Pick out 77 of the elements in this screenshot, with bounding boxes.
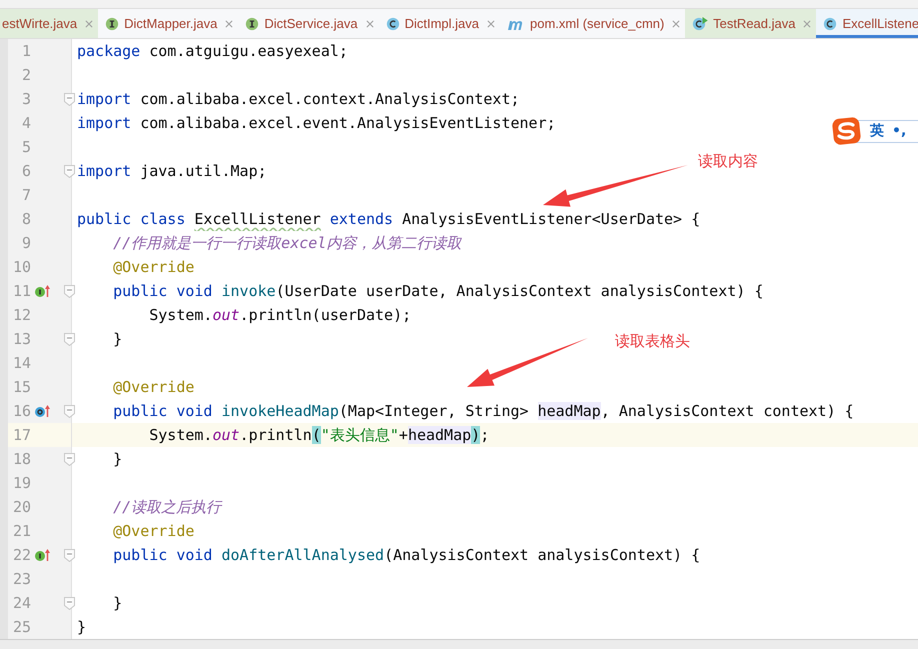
line-number: 7 — [20, 186, 31, 204]
line-number: 14 — [12, 354, 31, 372]
fold-icon[interactable] — [64, 93, 75, 106]
interface-icon — [105, 16, 120, 30]
callout-text: 读取内容 — [698, 152, 758, 171]
interface-icon — [245, 16, 260, 30]
line-number: 3 — [20, 90, 31, 108]
close-icon[interactable] — [803, 20, 812, 28]
code-line: public void invokeHeadMap(Map<Integer, String> headMap, AnalysisContext context) { — [112, 402, 854, 420]
editor-tab[interactable]: DictService.java — [238, 9, 379, 38]
close-icon[interactable] — [366, 20, 374, 28]
fold-icon[interactable] — [64, 333, 75, 346]
line-number: 20 — [12, 498, 31, 516]
line-number: 13 — [12, 330, 31, 348]
implement-marker-icon[interactable] — [34, 548, 52, 562]
code-line: public class ExcellListener extends AnalysisEventListener<UserDate> { — [77, 210, 700, 228]
line-number: 16 — [12, 402, 31, 420]
line-number: 24 — [12, 594, 31, 612]
ime-mode[interactable]: 英 — [870, 122, 884, 140]
code-line: @Override — [112, 378, 194, 396]
line-number: 15 — [12, 378, 31, 396]
code-line: System.out.println("表头信息"+headMap); — [148, 426, 490, 444]
code-line: public void doAfterAllAnalysed(AnalysisContext analysisContext) { — [112, 546, 700, 564]
override-marker-icon[interactable] — [34, 404, 52, 418]
close-icon[interactable] — [225, 20, 234, 28]
code-line: @Override — [112, 258, 194, 276]
line-number: 12 — [12, 306, 31, 324]
line-number: 4 — [20, 114, 31, 132]
line-number: 17 — [12, 426, 31, 444]
fold-icon[interactable] — [64, 285, 75, 298]
code-line: System.out.println(userDate); — [148, 306, 412, 324]
class-icon — [823, 16, 838, 30]
line-number: 21 — [12, 522, 31, 540]
code-line: import com.alibaba.excel.context.AnalysisContext; — [77, 90, 520, 108]
fold-icon[interactable] — [64, 405, 75, 418]
code-line: public void invoke(UserDate userDate, AnalysisContext analysisContext) { — [112, 282, 764, 300]
code-line: } — [112, 594, 122, 612]
editor-tab[interactable]: estWirte.java — [0, 9, 98, 38]
implement-marker-icon[interactable] — [34, 284, 52, 298]
close-icon[interactable] — [85, 20, 94, 28]
callout-text: 读取表格头 — [615, 332, 690, 351]
line-number: 23 — [12, 570, 31, 588]
code-line: } — [112, 330, 122, 348]
code-line: } — [77, 618, 86, 636]
line-number: 5 — [20, 138, 31, 156]
line-number: 6 — [20, 162, 31, 180]
fold-icon[interactable] — [64, 549, 75, 562]
code-line: } — [112, 450, 122, 468]
class-run-icon — [692, 16, 708, 30]
close-icon[interactable] — [486, 20, 495, 28]
line-number: 8 — [20, 210, 31, 228]
line-number: 22 — [12, 546, 31, 564]
ime-punctuation[interactable]: •, — [892, 123, 906, 139]
fold-icon[interactable] — [64, 597, 75, 610]
line-number: 1 — [20, 42, 31, 60]
fold-icon[interactable] — [64, 165, 75, 178]
code-line: package com.atguigu.easyexeal; — [77, 42, 348, 60]
code-line: //读取之后执行 — [112, 498, 222, 516]
fold-icon[interactable] — [64, 453, 75, 466]
line-number: 2 — [20, 66, 31, 84]
line-number: 10 — [12, 258, 31, 276]
class-icon — [386, 16, 400, 30]
editor-tab[interactable]: DictImpl.java — [378, 9, 500, 38]
editor-tab[interactable]: DictMapper.java — [98, 9, 238, 38]
close-icon[interactable] — [672, 20, 680, 28]
code-line: import java.util.Map; — [77, 162, 267, 180]
line-number: 19 — [12, 474, 31, 492]
code-line: //作用就是一行一行读取excel内容，从第二行读取 — [112, 234, 462, 252]
editor-tab[interactable]: pom.xml (service_cmn) — [500, 9, 686, 38]
code-line: import com.alibaba.excel.event.AnalysisEventListener; — [77, 114, 556, 132]
code-line: @Override — [112, 522, 194, 540]
line-number: 9 — [20, 234, 31, 252]
editor-tab[interactable]: TestRead.java — [685, 9, 816, 38]
ime-logo-icon[interactable] — [832, 116, 862, 146]
line-number: 18 — [12, 450, 31, 468]
line-number: 25 — [12, 618, 31, 636]
line-number: 11 — [12, 282, 31, 300]
